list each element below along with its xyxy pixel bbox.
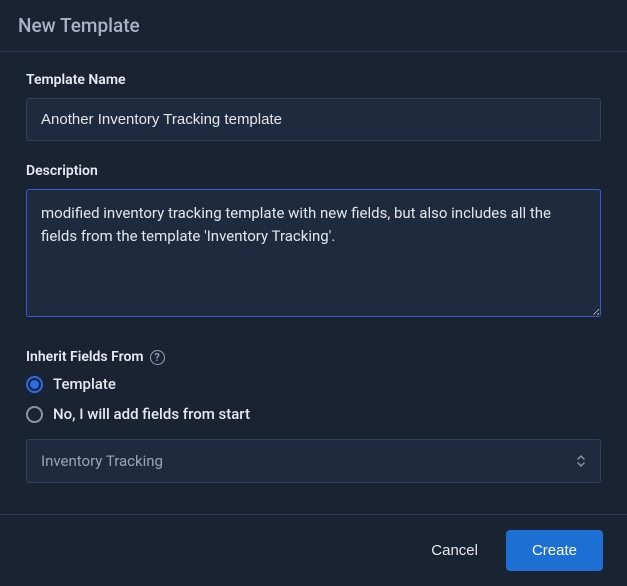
radio-template-label: Template: [53, 375, 116, 393]
template-name-input[interactable]: [26, 98, 601, 141]
inherit-source-select[interactable]: Inventory Tracking: [26, 439, 601, 483]
inherit-radiogroup: Template No, I will add fields from star…: [26, 375, 601, 423]
inherit-label: Inherit Fields From ?: [26, 349, 601, 365]
help-icon[interactable]: ?: [150, 350, 165, 365]
dialog-title: New Template: [18, 14, 609, 37]
inherit-label-text: Inherit Fields From: [26, 349, 144, 365]
inherit-field: Inherit Fields From ? Template No, I wil…: [26, 349, 601, 483]
template-name-field: Template Name: [26, 72, 601, 141]
description-field: Description modified inventory tracking …: [26, 163, 601, 321]
description-input[interactable]: modified inventory tracking template wit…: [26, 189, 601, 317]
radio-template[interactable]: Template: [26, 375, 601, 393]
dialog-header: New Template: [0, 0, 627, 52]
new-template-dialog: New Template Template Name Description m…: [0, 0, 627, 586]
description-label: Description: [26, 163, 601, 179]
inherit-source-value: Inventory Tracking: [41, 452, 163, 470]
radio-dot-icon: [30, 380, 39, 389]
dialog-body: Template Name Description modified inven…: [0, 52, 627, 514]
dialog-footer: Cancel Create: [0, 514, 627, 586]
cancel-button[interactable]: Cancel: [425, 530, 484, 571]
radio-none[interactable]: No, I will add fields from start: [26, 405, 601, 423]
radio-none-label: No, I will add fields from start: [53, 405, 250, 423]
template-name-label: Template Name: [26, 72, 601, 88]
chevron-updown-icon: [576, 454, 586, 468]
radio-unchecked-icon: [26, 406, 43, 423]
radio-checked-icon: [26, 376, 43, 393]
create-button[interactable]: Create: [506, 530, 603, 571]
